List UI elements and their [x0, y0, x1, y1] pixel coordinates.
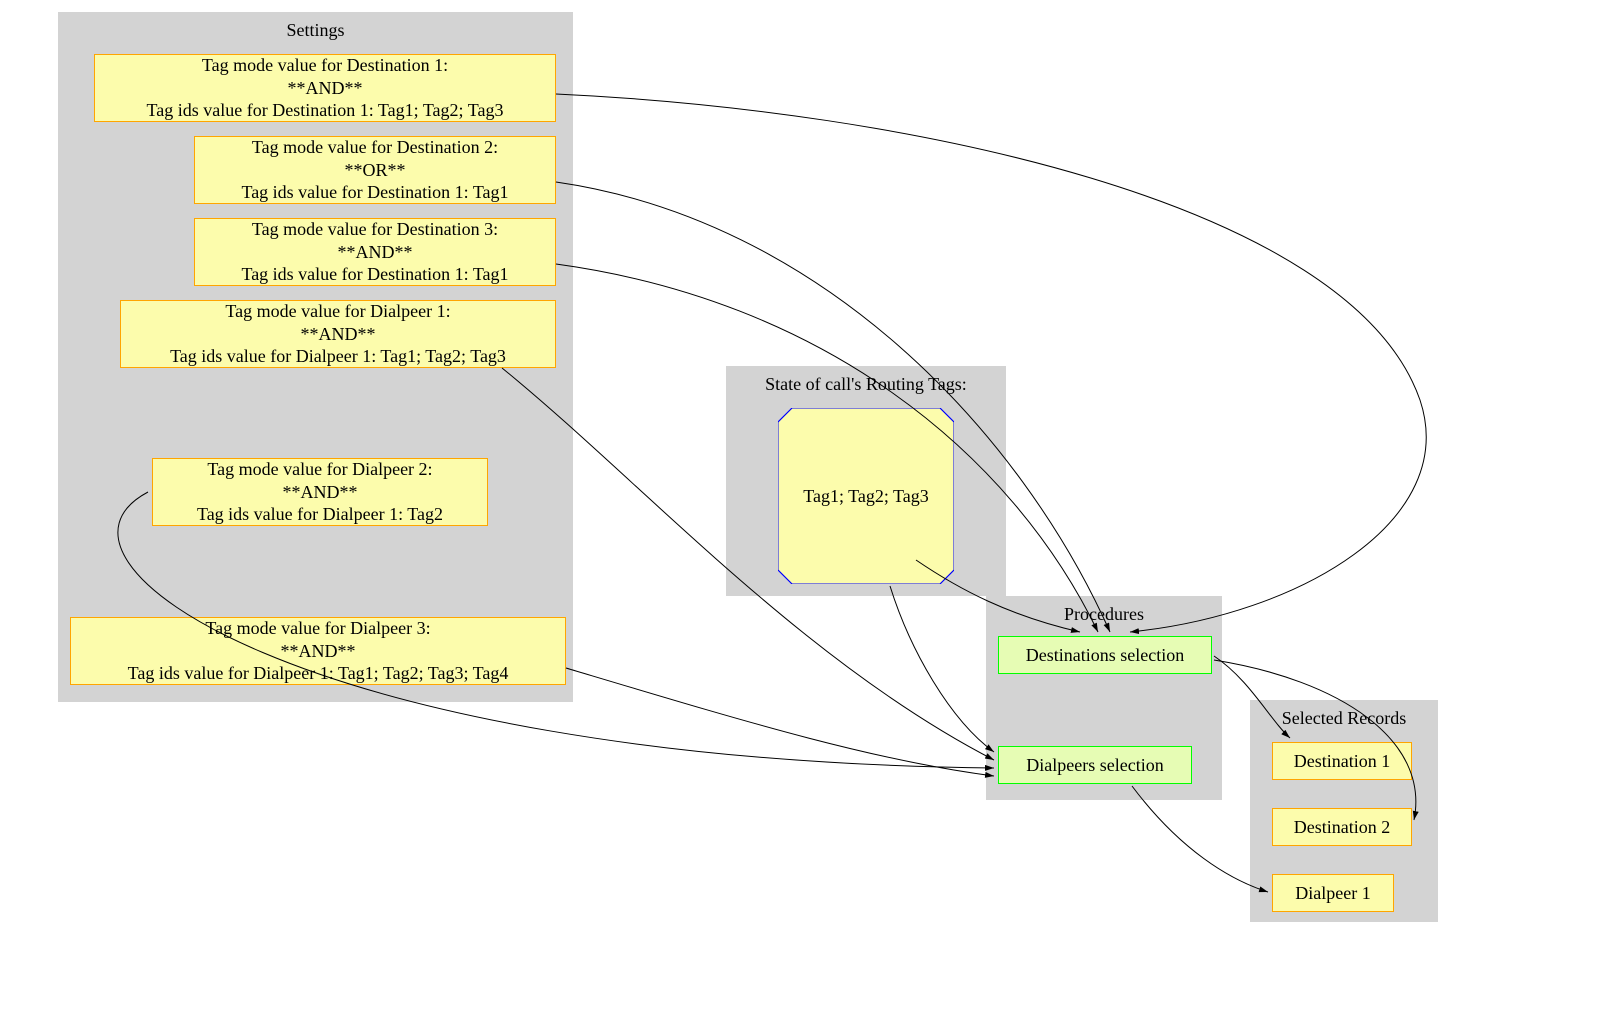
settings-title: Settings [58, 20, 573, 41]
selected-dest1-node: Destination 1 [1272, 742, 1412, 780]
procedures-title: Procedures [986, 604, 1222, 625]
dialpeers-selection-node: Dialpeers selection [998, 746, 1192, 784]
destinations-selection-node: Destinations selection [998, 636, 1212, 674]
settings-dest1-node: Tag mode value for Destination 1: **AND*… [94, 54, 556, 122]
settings-dial1-node: Tag mode value for Dialpeer 1: **AND** T… [120, 300, 556, 368]
selected-dial1-node: Dialpeer 1 [1272, 874, 1394, 912]
state-tags-text: Tag1; Tag2; Tag3 [778, 408, 954, 584]
selected-records-title: Selected Records [1250, 708, 1438, 729]
settings-dest3-node: Tag mode value for Destination 3: **AND*… [194, 218, 556, 286]
settings-dial3-node: Tag mode value for Dialpeer 3: **AND** T… [70, 617, 566, 685]
selected-dest2-node: Destination 2 [1272, 808, 1412, 846]
state-tags-note: Tag1; Tag2; Tag3 [778, 408, 954, 584]
state-title: State of call's Routing Tags: [726, 374, 1006, 395]
settings-dest2-node: Tag mode value for Destination 2: **OR**… [194, 136, 556, 204]
settings-dial2-node: Tag mode value for Dialpeer 2: **AND** T… [152, 458, 488, 526]
